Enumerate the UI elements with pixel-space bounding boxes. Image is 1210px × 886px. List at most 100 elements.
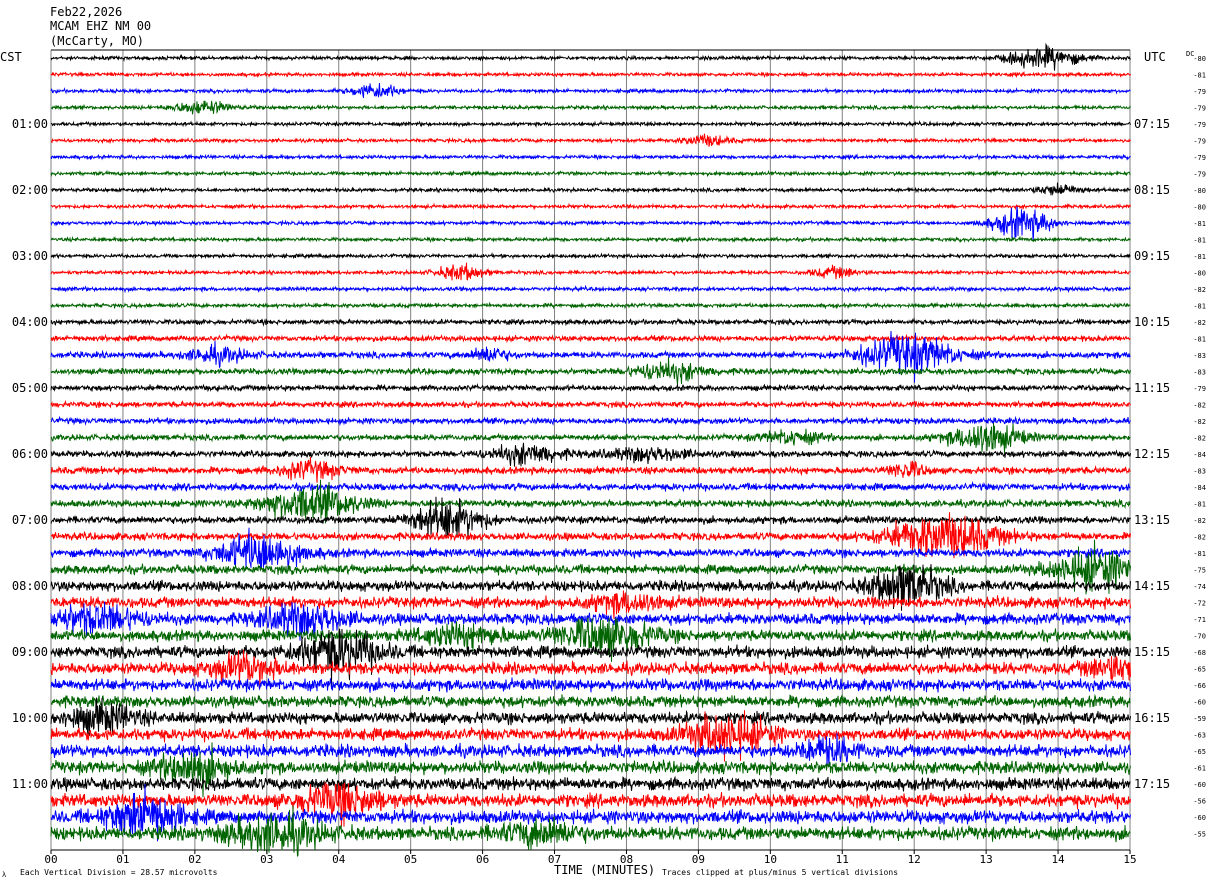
- trace-line-13: [50, 262, 1131, 281]
- dc-offset-label: -81: [1193, 72, 1206, 80]
- right-time-label: 17:15: [1134, 777, 1170, 791]
- dc-offset-label: -70: [1193, 633, 1206, 641]
- dc-offset-label: -82: [1193, 435, 1206, 443]
- minute-grid: [50, 49, 1131, 851]
- right-time-label: 07:15: [1134, 117, 1170, 131]
- dc-offset-label: -82: [1193, 319, 1206, 327]
- trace-line-21: [50, 399, 1131, 410]
- trace-line-17: [50, 333, 1131, 344]
- left-time-label: 11:00: [12, 777, 48, 791]
- dc-offset-label: -60: [1193, 699, 1206, 707]
- trace-line-24: [50, 442, 1131, 467]
- dc-offset-label: -65: [1193, 748, 1206, 756]
- left-time-label: 07:00: [12, 513, 48, 527]
- trace-line-20: [50, 383, 1131, 393]
- x-tick-label-15: 15: [1123, 853, 1136, 866]
- left-time-label: 10:00: [12, 711, 48, 725]
- dc-offset-label: -79: [1193, 105, 1206, 113]
- x-tick-label-03: 03: [260, 853, 273, 866]
- x-tick-label-13: 13: [980, 853, 993, 866]
- dc-offset-label: -80: [1193, 204, 1206, 212]
- dc-offset-label: -80: [1193, 270, 1206, 278]
- dc-offset-label: -82: [1193, 418, 1206, 426]
- dc-offset-label: -59: [1193, 715, 1206, 723]
- x-tick-label-05: 05: [404, 853, 417, 866]
- dc-offset-label: -55: [1193, 831, 1206, 839]
- dc-offset-label: -81: [1193, 550, 1206, 558]
- dc-offset-label: -81: [1193, 501, 1206, 509]
- right-time-label: 15:15: [1134, 645, 1170, 659]
- trace-line-26: [50, 480, 1131, 493]
- dc-offset-label: -83: [1193, 369, 1206, 377]
- left-time-label: 05:00: [12, 381, 48, 395]
- x-tick-label-00: 00: [44, 853, 57, 866]
- trace-line-30: [50, 527, 1131, 571]
- right-time-label: 16:15: [1134, 711, 1170, 725]
- dc-offset-label: -81: [1193, 220, 1206, 228]
- dc-offset-label: -82: [1193, 517, 1206, 525]
- x-tick-label-09: 09: [692, 853, 705, 866]
- x-tick-label-04: 04: [332, 853, 346, 866]
- x-axis-title: TIME (MINUTES): [554, 863, 656, 877]
- trace-line-23: [50, 423, 1131, 454]
- dc-offset-label: -60: [1193, 781, 1206, 789]
- dc-offset-label: -71: [1193, 616, 1206, 624]
- dc-offset-label: -79: [1193, 154, 1206, 162]
- trace-line-35: [50, 617, 1131, 662]
- trace-line-0: [50, 42, 1131, 71]
- trace-line-33: [50, 590, 1131, 620]
- right-time-label: 09:15: [1134, 249, 1170, 263]
- dc-offset-label: -79: [1193, 121, 1206, 129]
- x-tick-label-10: 10: [764, 853, 777, 866]
- trace-line-8: [51, 182, 1131, 196]
- dc-offset-label: -82: [1193, 534, 1206, 542]
- trace-line-2: [50, 83, 1131, 99]
- dc-offset-label: -79: [1193, 138, 1206, 146]
- trace-line-5: [50, 133, 1131, 147]
- trace-line-10: [50, 206, 1131, 241]
- dc-offset-label: -56: [1193, 798, 1206, 806]
- dc-offset-label: -83: [1193, 468, 1206, 476]
- trace-line-19: [51, 357, 1131, 385]
- dc-offset-label: -79: [1193, 88, 1206, 96]
- trace-line-3: [50, 100, 1131, 115]
- x-tick-label-14: 14: [1051, 853, 1065, 866]
- dc-offset-label: -60: [1193, 814, 1206, 822]
- dc-offset-label: -75: [1193, 567, 1206, 575]
- dc-offset-label: -65: [1193, 666, 1206, 674]
- dc-offset-label: -83: [1193, 352, 1206, 360]
- corner-mark: λ: [2, 871, 7, 879]
- right-time-label: 11:15: [1134, 381, 1170, 395]
- trace-line-16: [50, 317, 1131, 327]
- left-time-label: 08:00: [12, 579, 48, 593]
- x-tick-label-12: 12: [908, 853, 921, 866]
- scale-note: Each Vertical Division = 28.57 microvolt…: [20, 868, 218, 877]
- left-time-label: 03:00: [12, 249, 48, 263]
- trace-line-1: [50, 70, 1131, 79]
- right-time-label: 10:15: [1134, 315, 1170, 329]
- dc-offset-label: -82: [1193, 286, 1206, 294]
- dc-offset-label: -84: [1193, 451, 1206, 459]
- right-time-label: 14:15: [1134, 579, 1170, 593]
- trace-line-25: [50, 456, 1131, 483]
- x-tick-label-02: 02: [188, 853, 201, 866]
- x-tick-label-11: 11: [836, 853, 849, 866]
- dc-offset-label: -81: [1193, 303, 1206, 311]
- left-time-label: 01:00: [12, 117, 48, 131]
- dc-offset-label: -74: [1193, 583, 1206, 591]
- left-time-label: 02:00: [12, 183, 48, 197]
- helicorder-plot: 00 01 02 03 04 05 06 07 08 09 10 11 12 13 14 15 01:0002…: [12, 42, 1206, 866]
- dc-offset-label: -79: [1193, 385, 1206, 393]
- trace-line-39: [50, 693, 1131, 709]
- dc-offset-label: -82: [1193, 402, 1206, 410]
- seismic-traces: [50, 42, 1131, 857]
- right-time-label: 08:15: [1134, 183, 1170, 197]
- trace-line-37: [50, 649, 1131, 687]
- trace-line-12: [50, 251, 1131, 260]
- dc-offset-label: -68: [1193, 649, 1206, 657]
- trace-line-6: [50, 153, 1131, 161]
- dc-offset-label: -81: [1193, 237, 1206, 245]
- dc-offset-label: -63: [1193, 732, 1206, 740]
- dc-offset-label: -66: [1193, 682, 1206, 690]
- trace-line-14: [50, 284, 1131, 294]
